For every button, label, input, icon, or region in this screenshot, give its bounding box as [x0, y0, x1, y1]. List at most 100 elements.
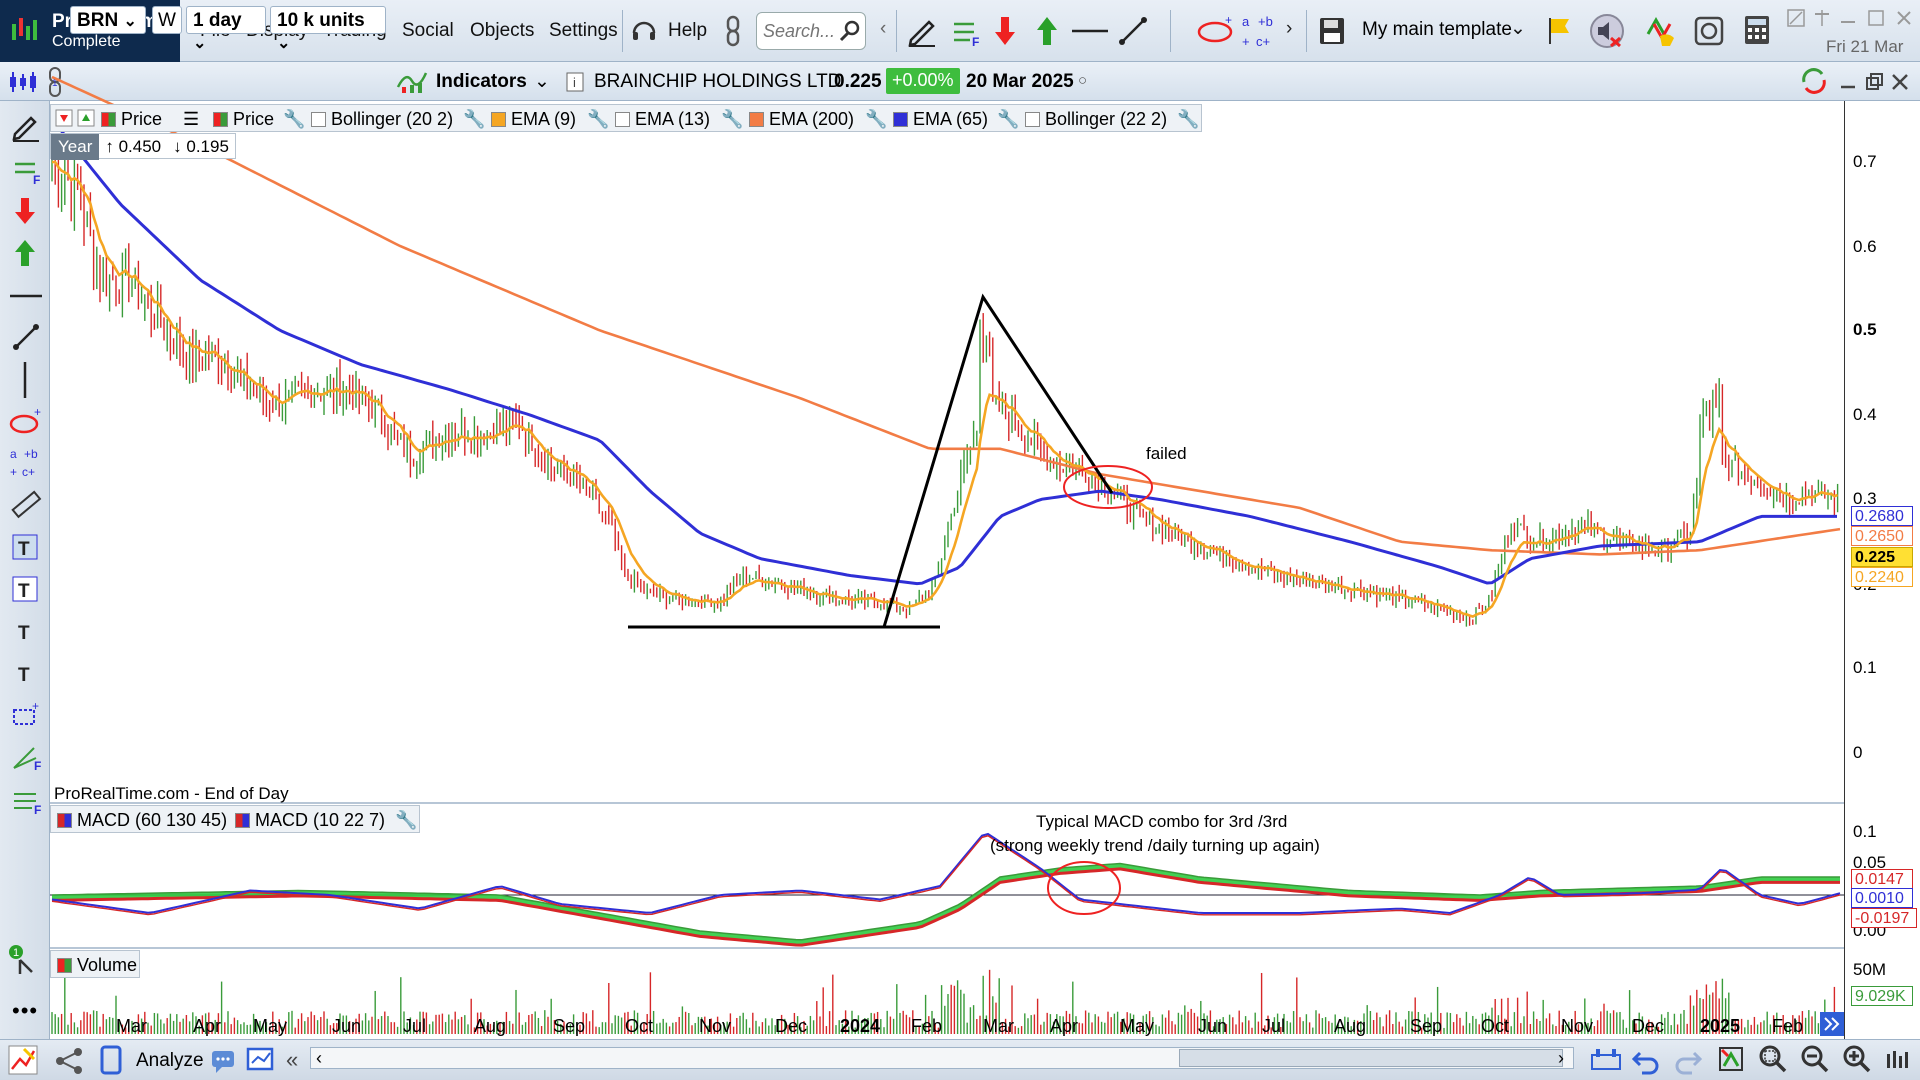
analyze-icon[interactable]	[98, 1045, 126, 1075]
time-axis-label: May	[253, 1016, 288, 1036]
wrench-icon[interactable]: 🔧	[721, 109, 743, 130]
wrench-icon[interactable]: 🔧	[587, 109, 609, 130]
legend-ema-200[interactable]: EMA (200)	[749, 109, 854, 130]
time-axis-label: Aug	[474, 1016, 507, 1036]
legend-swatch	[1025, 112, 1040, 127]
price-axis-tick: 0	[1853, 743, 1863, 762]
auto-scale-icon[interactable]	[1716, 1044, 1746, 1076]
failed-annotation: failed	[1146, 444, 1187, 463]
legend-price-1[interactable]: Price	[101, 109, 162, 130]
legend-swatch	[213, 112, 228, 127]
time-axis-label: Dec	[775, 1016, 808, 1036]
volume-axis-tick: 50M	[1853, 960, 1887, 979]
wrench-icon[interactable]: 🔧	[283, 109, 305, 130]
legend-volume[interactable]: Volume	[57, 955, 137, 976]
legend-label: Price	[121, 109, 163, 129]
time-axis-label: Jul	[403, 1016, 427, 1036]
legend-macd-10-22-7[interactable]: MACD (10 22 7)	[235, 810, 385, 831]
wrench-icon[interactable]: 🔧	[997, 109, 1019, 130]
redo-icon[interactable]	[1674, 1045, 1702, 1075]
year-range-box: Year ↑ 0.450 ↓ 0.195	[50, 133, 236, 160]
wrench-icon[interactable]: 🔧	[395, 810, 417, 831]
ema9-price-tag: 0.2240	[1851, 567, 1913, 587]
price-axis-tick: 0.6	[1853, 237, 1877, 256]
time-axis-label: May	[1120, 1016, 1155, 1036]
year-high-value: 0.450	[118, 137, 162, 156]
macd-slow-fill	[52, 863, 1840, 946]
legend-label: EMA (9)	[511, 109, 577, 129]
time-axis-label: Apr	[193, 1016, 222, 1036]
ema65-price-tag: 0.2680	[1851, 506, 1913, 526]
price-axis-tick: 0.7	[1853, 152, 1877, 171]
legend-label: EMA (200)	[769, 109, 855, 129]
indicator-legend: Price ☰ Price 🔧 Bollinger (20 2) 🔧 EMA (…	[50, 104, 1202, 132]
legend-macd-60-130-45[interactable]: MACD (60 130 45)	[57, 810, 227, 831]
legend-swatch	[893, 112, 908, 127]
price-axis-tick: 0.1	[1853, 658, 1877, 677]
legend-label: Volume	[77, 955, 138, 975]
time-axis-label: Jun	[332, 1016, 362, 1036]
time-axis-label: 2025	[1700, 1016, 1741, 1036]
scroll-to-end-icon[interactable]	[1820, 1012, 1844, 1036]
app-window: ProRealTime Complete File Display Tradin…	[0, 0, 1920, 1080]
collapse-down-icon[interactable]	[55, 109, 73, 127]
time-axis-label: Oct	[625, 1016, 654, 1036]
legend-label: MACD (60 130 45)	[77, 810, 228, 830]
chat-icon[interactable]	[210, 1047, 238, 1075]
legend-swatch	[491, 112, 506, 127]
collapse-left-icon[interactable]: «	[286, 1047, 298, 1073]
legend-swatch	[57, 813, 72, 828]
legend-ema-9[interactable]: EMA (9)	[491, 109, 576, 130]
macd-legend: MACD (60 130 45) MACD (10 22 7) 🔧	[50, 805, 420, 833]
screener-icon[interactable]	[246, 1045, 278, 1077]
legend-swatch	[235, 813, 250, 828]
undo-icon[interactable]	[1632, 1045, 1660, 1075]
chart-drawing-icon[interactable]	[8, 1045, 38, 1075]
bar-spacing-icon[interactable]	[1884, 1046, 1912, 1074]
share-icon[interactable]	[54, 1047, 84, 1075]
price-axis-tick: 0.5	[1853, 320, 1877, 339]
list-icon[interactable]: ☰	[183, 109, 199, 130]
wrench-icon[interactable]: 🔧	[1177, 109, 1199, 130]
legend-ema-13[interactable]: EMA (13)	[615, 109, 710, 130]
time-axis-label: Feb	[911, 1016, 943, 1036]
legend-swatch	[311, 112, 326, 127]
macd-note-line-2: (strong weekly trend /daily turning up a…	[990, 836, 1320, 855]
legend-price-2[interactable]: Price	[213, 109, 274, 130]
legend-swatch	[101, 112, 116, 127]
expand-up-icon[interactable]	[77, 109, 95, 127]
data-source-note: ProRealTime.com - End of Day	[54, 784, 289, 803]
analyze-button[interactable]: Analyze	[136, 1050, 204, 1072]
wrench-icon[interactable]: 🔧	[865, 109, 887, 130]
price-chart[interactable]	[0, 0, 1920, 1080]
zoom-out-icon[interactable]	[1800, 1044, 1830, 1076]
time-axis-label: Nov	[1561, 1016, 1594, 1036]
wrench-icon[interactable]: 🔧	[463, 109, 485, 130]
zoom-in-icon[interactable]	[1842, 1044, 1872, 1076]
legend-bollinger-20[interactable]: Bollinger (20 2)	[311, 109, 453, 130]
time-axis-label: Jul	[1262, 1016, 1286, 1036]
legend-bollinger-22[interactable]: Bollinger (22 2)	[1025, 109, 1167, 130]
macd-signal-tag: 0.0010	[1851, 888, 1913, 908]
time-scrollbar[interactable]	[310, 1047, 1574, 1069]
last-price-tag: 0.225	[1851, 547, 1913, 567]
volume-last-tag: 9.029K	[1851, 986, 1913, 1006]
legend-ema-65[interactable]: EMA (65)	[893, 109, 988, 130]
time-axis-label: Nov	[699, 1016, 732, 1036]
scroll-left-icon[interactable]: ‹	[316, 1048, 322, 1069]
scroll-right-icon[interactable]: ›	[1558, 1048, 1564, 1069]
macd-hist-tag: -0.0197	[1851, 908, 1917, 928]
year-label: Year	[51, 134, 100, 160]
macd-fast-line	[51, 832, 1841, 915]
scrollbar-thumb[interactable]	[1179, 1049, 1563, 1067]
legend-label: MACD (10 22 7)	[255, 810, 386, 830]
time-axis-label: Aug	[1334, 1016, 1367, 1036]
legend-swatch	[57, 958, 72, 973]
legend-label: EMA (13)	[635, 109, 711, 129]
zoom-box-icon[interactable]	[1758, 1044, 1788, 1076]
legend-label: Bollinger (22 2)	[1045, 109, 1168, 129]
timeline-icon[interactable]	[1590, 1045, 1622, 1075]
macd-slow-line	[51, 862, 1840, 941]
time-axis-label: Jun	[1198, 1016, 1228, 1036]
legend-label: Price	[233, 109, 275, 129]
